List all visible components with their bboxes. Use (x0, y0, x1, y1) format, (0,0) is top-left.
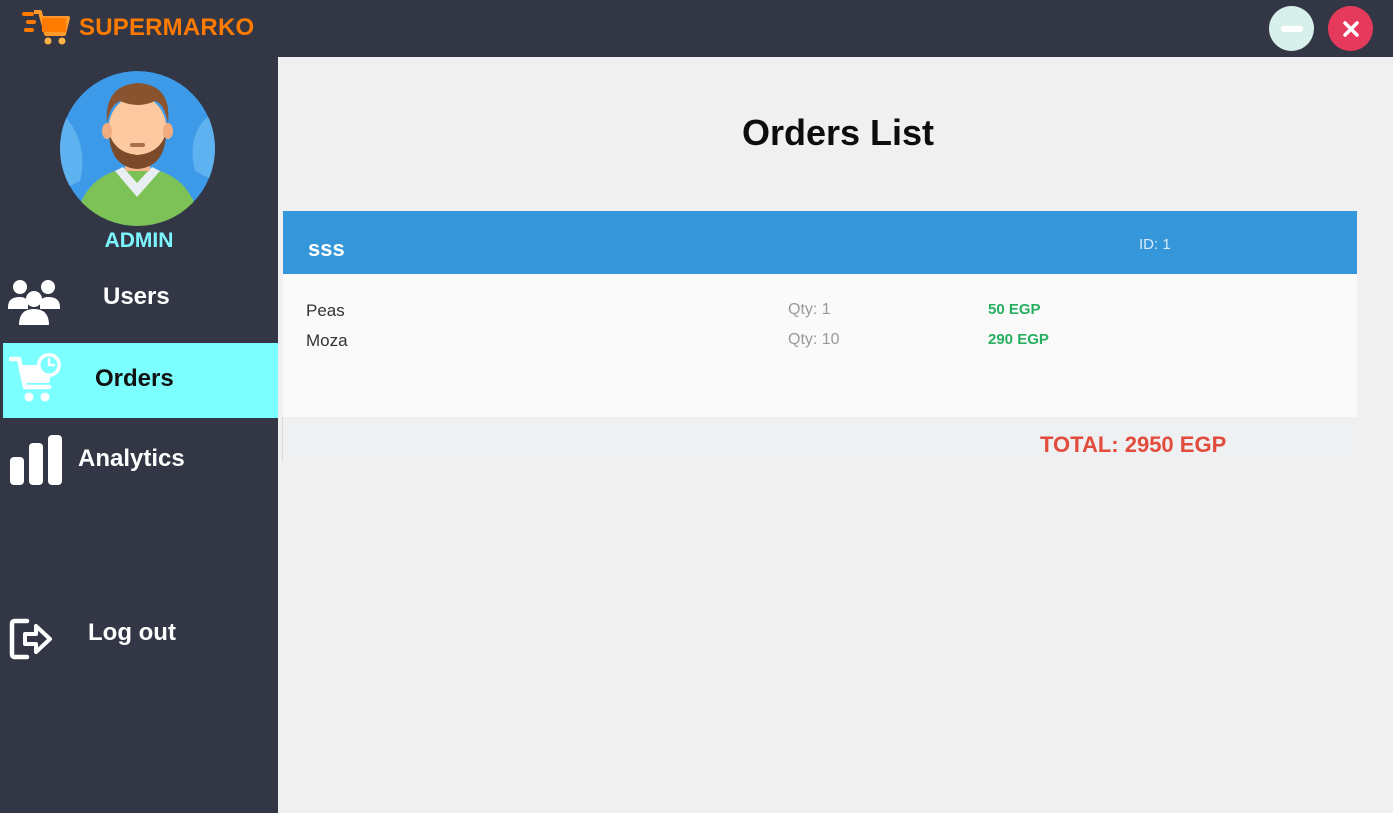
close-button[interactable] (1328, 6, 1373, 51)
minimize-icon (1280, 25, 1303, 32)
order-header: sss ID: 1 (283, 211, 1357, 274)
item-price: 50 EGP (988, 301, 1041, 318)
logout-button[interactable]: Log out (3, 597, 278, 672)
order-card: sss ID: 1 Peas Qty: 1 50 EGP Moza Qty: 1… (283, 211, 1357, 417)
sidebar-item-label: Users (103, 283, 170, 310)
page-title: Orders List (741, 112, 935, 153)
order-customer-name: sss (308, 236, 345, 261)
sidebar-item-analytics[interactable]: Analytics (3, 423, 278, 498)
order-item-row: Peas Qty: 1 50 EGP (283, 301, 1357, 327)
divider (282, 417, 283, 462)
item-qty: Qty: 10 (788, 331, 840, 348)
user-role-label: ADMIN (104, 229, 174, 252)
sidebar-item-label: Orders (95, 365, 174, 392)
minimize-button[interactable] (1269, 6, 1314, 51)
sidebar-item-users[interactable]: Users (3, 261, 278, 336)
sidebar: ADMIN Users Orders Analytics Log out (0, 57, 278, 813)
title-bar: SUPERMARKO (0, 0, 1393, 57)
logout-label: Log out (88, 619, 176, 646)
app-title: SUPERMARKO (79, 14, 255, 41)
shopping-cart-speed-icon (22, 10, 70, 45)
user-avatar (60, 71, 215, 226)
item-name: Peas (306, 301, 345, 320)
item-price: 290 EGP (988, 331, 1049, 348)
order-id: ID: 1 (1139, 236, 1171, 253)
bar-chart-icon (10, 435, 62, 485)
item-qty: Qty: 1 (788, 301, 831, 318)
order-total: TOTAL: 2950 EGP (1040, 432, 1227, 457)
users-group-icon (8, 280, 60, 325)
sidebar-item-label: Analytics (78, 445, 185, 472)
cart-clock-icon (9, 353, 61, 402)
close-icon (1342, 20, 1359, 37)
order-item-row: Moza Qty: 10 290 EGP (283, 331, 1357, 357)
sidebar-item-orders[interactable]: Orders (3, 343, 278, 418)
item-name: Moza (306, 331, 348, 350)
logout-icon (9, 618, 52, 660)
